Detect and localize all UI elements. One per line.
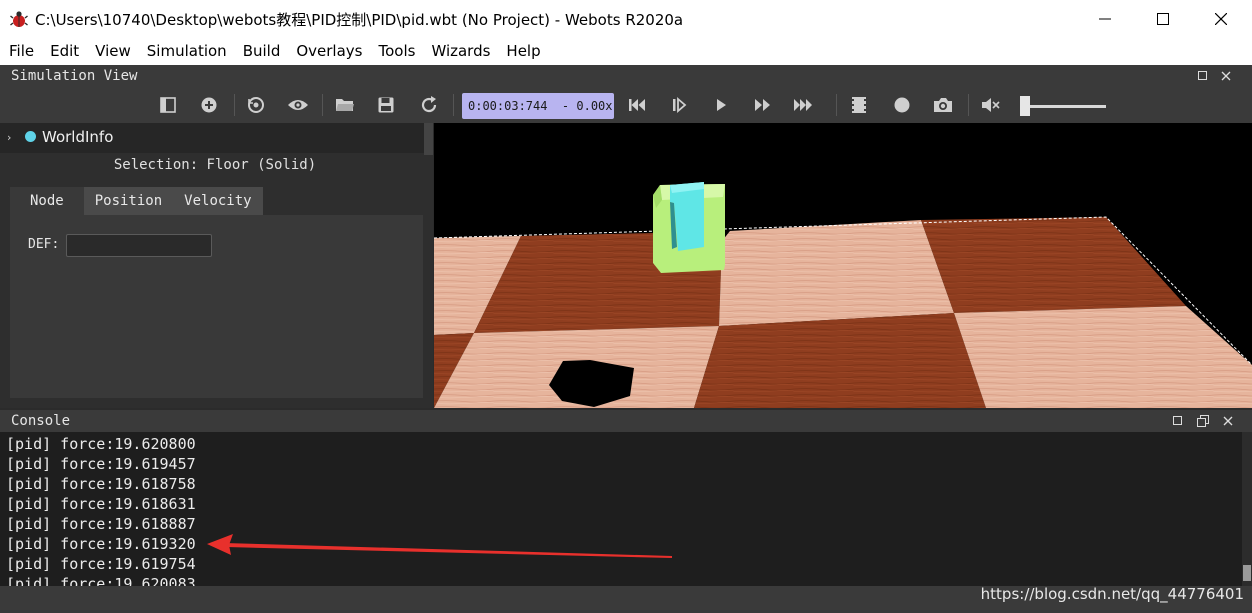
menu-simulation[interactable]: Simulation — [139, 38, 235, 65]
toolbar-separator — [322, 94, 323, 116]
console-line: [pid] force:19.619320 — [6, 535, 196, 553]
floor-tile-dark — [694, 313, 986, 408]
scene-tree-item-worldinfo[interactable]: › WorldInfo — [0, 123, 424, 153]
scene-tree-item-label: WorldInfo — [42, 128, 114, 146]
menu-overlays[interactable]: Overlays — [288, 38, 370, 65]
maximize-icon — [1157, 13, 1169, 25]
menu-wizards[interactable]: Wizards — [423, 38, 498, 65]
menu-file[interactable]: File — [0, 38, 42, 65]
webots-logo-icon — [10, 11, 28, 27]
simulation-view-title: Simulation View — [11, 68, 138, 84]
reload-world-icon[interactable] — [418, 94, 440, 116]
console-header: Console — [0, 410, 1252, 432]
toolbar-separator — [836, 94, 837, 116]
toolbar-separator — [968, 94, 969, 116]
simulation-time-display: 0:00:03:744 - 0.00x — [462, 93, 614, 119]
play-icon[interactable] — [710, 94, 732, 116]
reset-viewpoint-icon[interactable] — [245, 94, 267, 116]
console-line: [pid] force:19.618887 — [6, 515, 196, 533]
open-world-icon[interactable] — [334, 94, 356, 116]
console-line: [pid] force:19.619754 — [6, 555, 196, 573]
def-input[interactable] — [66, 234, 212, 257]
view-eye-icon[interactable] — [287, 94, 309, 116]
maximize-button[interactable] — [1134, 0, 1192, 38]
floor-tile-dark — [921, 217, 1186, 313]
floor-tile-light — [954, 306, 1252, 408]
dock-maximize-icon[interactable] — [1172, 415, 1184, 427]
record-movie-icon[interactable] — [848, 94, 870, 116]
floor-tile-light — [719, 220, 954, 326]
menu-edit[interactable]: Edit — [42, 38, 87, 65]
node-dot-icon — [25, 131, 36, 142]
reset-simulation-icon[interactable] — [626, 94, 648, 116]
minimize-icon — [1099, 18, 1111, 20]
fast-forward-icon[interactable] — [752, 94, 774, 116]
dock-float-icon[interactable] — [1197, 415, 1209, 427]
console-line: [pid] force:19.618758 — [6, 475, 196, 493]
minimize-button[interactable] — [1076, 0, 1134, 38]
selection-label: Selection: Floor (Solid) — [113, 157, 317, 173]
console-title: Console — [11, 413, 71, 429]
step-icon[interactable] — [668, 94, 690, 116]
3d-view[interactable] — [434, 123, 1252, 408]
menu-build[interactable]: Build — [235, 38, 289, 65]
console-line: [pid] force:19.620083 — [6, 575, 196, 586]
record-icon[interactable] — [891, 94, 913, 116]
dock-close-icon[interactable] — [1222, 415, 1234, 427]
volume-slider[interactable] — [1018, 95, 1108, 117]
toolbar-separator — [453, 94, 454, 116]
expand-arrow-icon[interactable]: › — [7, 131, 11, 144]
console-scrollbar[interactable] — [1242, 432, 1252, 586]
title-bar: C:\Users\10740\Desktop\webots教程\PID控制\PI… — [0, 0, 1252, 38]
toolbar-separator — [234, 94, 235, 116]
annotation-arrow-icon — [207, 534, 672, 558]
volume-slider-handle[interactable] — [1020, 96, 1030, 116]
toggle-scene-tree-icon[interactable] — [157, 94, 179, 116]
console-line: [pid] force:19.620800 — [6, 435, 196, 453]
node-tab-content: DEF: — [10, 215, 423, 398]
close-button[interactable] — [1192, 0, 1250, 38]
menu-bar: File Edit View Simulation Build Overlays… — [0, 38, 1252, 65]
dock-float-icon[interactable] — [1197, 70, 1209, 82]
fastest-mode-icon[interactable] — [793, 94, 815, 116]
dock-close-icon[interactable] — [1220, 70, 1232, 82]
simulation-view-header: Simulation View — [0, 65, 1252, 87]
def-label: DEF: — [28, 237, 60, 252]
close-icon — [1215, 13, 1227, 25]
watermark-text: https://blog.csdn.net/qq_44776401 — [980, 585, 1244, 603]
scene-tree-panel: › WorldInfo Selection: Floor (Solid) Nod… — [0, 123, 433, 408]
mute-speaker-icon[interactable] — [979, 94, 1001, 116]
console-line: [pid] force:19.619457 — [6, 455, 196, 473]
console-scrollbar-thumb[interactable] — [1243, 565, 1251, 581]
scene-tree-scrollbar[interactable] — [424, 123, 433, 155]
field-editor-tabs: Node Position Velocity — [10, 187, 263, 215]
add-node-icon[interactable] — [198, 94, 220, 116]
tab-position[interactable]: Position — [83, 187, 174, 215]
robot-model[interactable] — [653, 182, 725, 273]
3d-scene — [434, 182, 1252, 408]
console-line: [pid] force:19.618631 — [6, 495, 196, 513]
menu-help[interactable]: Help — [498, 38, 548, 65]
tab-velocity[interactable]: Velocity — [173, 187, 263, 215]
screenshot-camera-icon[interactable] — [932, 94, 954, 116]
menu-view[interactable]: View — [87, 38, 139, 65]
menu-tools[interactable]: Tools — [370, 38, 423, 65]
save-world-icon[interactable] — [375, 94, 397, 116]
window-title: C:\Users\10740\Desktop\webots教程\PID控制\PI… — [35, 11, 684, 29]
tab-node[interactable]: Node — [10, 187, 84, 215]
